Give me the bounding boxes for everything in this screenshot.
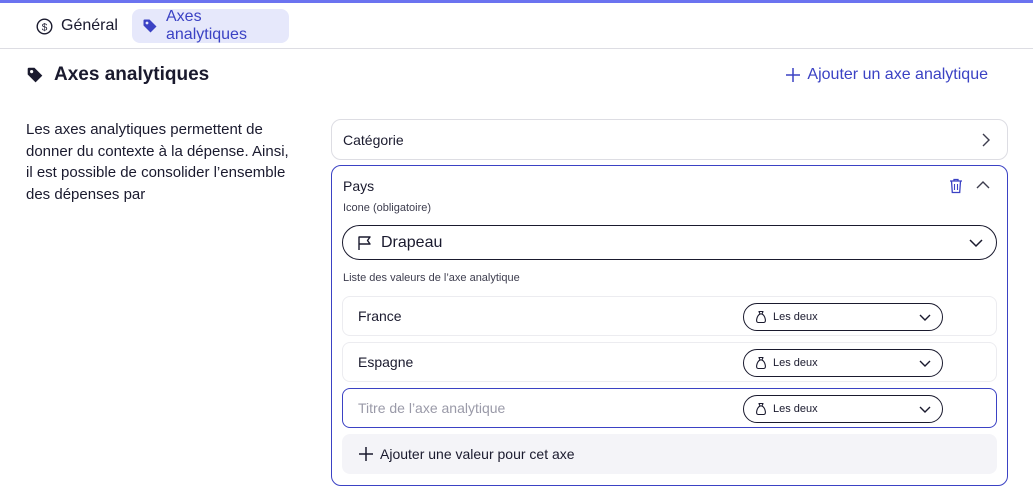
axis-name: Pays	[343, 178, 375, 194]
chevron-down-icon	[918, 312, 932, 323]
axis-card-categorie[interactable]: Catégorie	[331, 119, 1008, 160]
value-type-select[interactable]: Les deux	[743, 349, 943, 377]
flag-icon	[357, 235, 373, 251]
add-value-label: Ajouter une valeur pour cet axe	[380, 446, 575, 462]
icon-select[interactable]: Drapeau	[342, 225, 997, 260]
trash-icon[interactable]	[949, 178, 963, 194]
icon-select-value: Drapeau	[381, 233, 443, 251]
value-type-label: Les deux	[773, 403, 818, 415]
money-bag-icon	[754, 402, 768, 416]
chevron-down-icon	[968, 236, 984, 250]
chevron-up-icon[interactable]	[975, 178, 991, 192]
add-axis-button[interactable]: Ajouter un axe analytique	[785, 66, 988, 84]
chevron-down-icon	[918, 404, 932, 415]
section-title: Axes analytiques	[26, 64, 209, 86]
svg-text:$: $	[42, 22, 48, 33]
value-type-label: Les deux	[773, 311, 818, 323]
money-bag-icon	[754, 356, 768, 370]
value-type-select[interactable]: Les deux	[743, 303, 943, 331]
icon-field-label: Icone (obligatoire)	[343, 202, 432, 214]
tab-bar: $ Général Axes analytiques	[0, 3, 1033, 49]
tag-icon	[142, 18, 158, 34]
new-value-input[interactable]	[358, 400, 698, 416]
add-value-button[interactable]: Ajouter une valeur pour cet axe	[342, 434, 997, 474]
add-axis-label: Ajouter un axe analytique	[807, 66, 988, 83]
value-name: France	[358, 308, 402, 324]
dollar-circle-icon: $	[36, 17, 53, 35]
money-bag-icon	[754, 310, 768, 324]
tag-icon	[26, 66, 44, 84]
value-row-new: Les deux	[342, 388, 997, 428]
value-type-select[interactable]: Les deux	[743, 395, 943, 423]
value-type-label: Les deux	[773, 357, 818, 369]
section-title-text: Axes analytiques	[54, 64, 210, 85]
value-row-espagne: Espagne Les deux	[342, 342, 997, 382]
value-row-france: France Les deux	[342, 296, 997, 336]
section-description: Les axes analytiques permettent de donne…	[26, 121, 289, 203]
plus-icon	[358, 446, 374, 462]
axis-card-pays: Pays Icone (obligatoire) Drapeau Liste d…	[331, 165, 1008, 486]
tab-general-label: Général	[61, 17, 118, 34]
chevron-right-icon	[979, 132, 993, 148]
tab-axes-label: Axes analytiques	[166, 8, 247, 43]
chevron-down-icon	[918, 358, 932, 369]
value-name: Espagne	[358, 354, 414, 370]
tab-axes-analytiques[interactable]: Axes analytiques	[132, 8, 289, 43]
values-list-label: Liste des valeurs de l’axe analytique	[343, 272, 520, 284]
axis-name: Catégorie	[343, 131, 404, 148]
plus-icon	[785, 67, 801, 83]
tab-general[interactable]: $ Général	[28, 9, 126, 43]
